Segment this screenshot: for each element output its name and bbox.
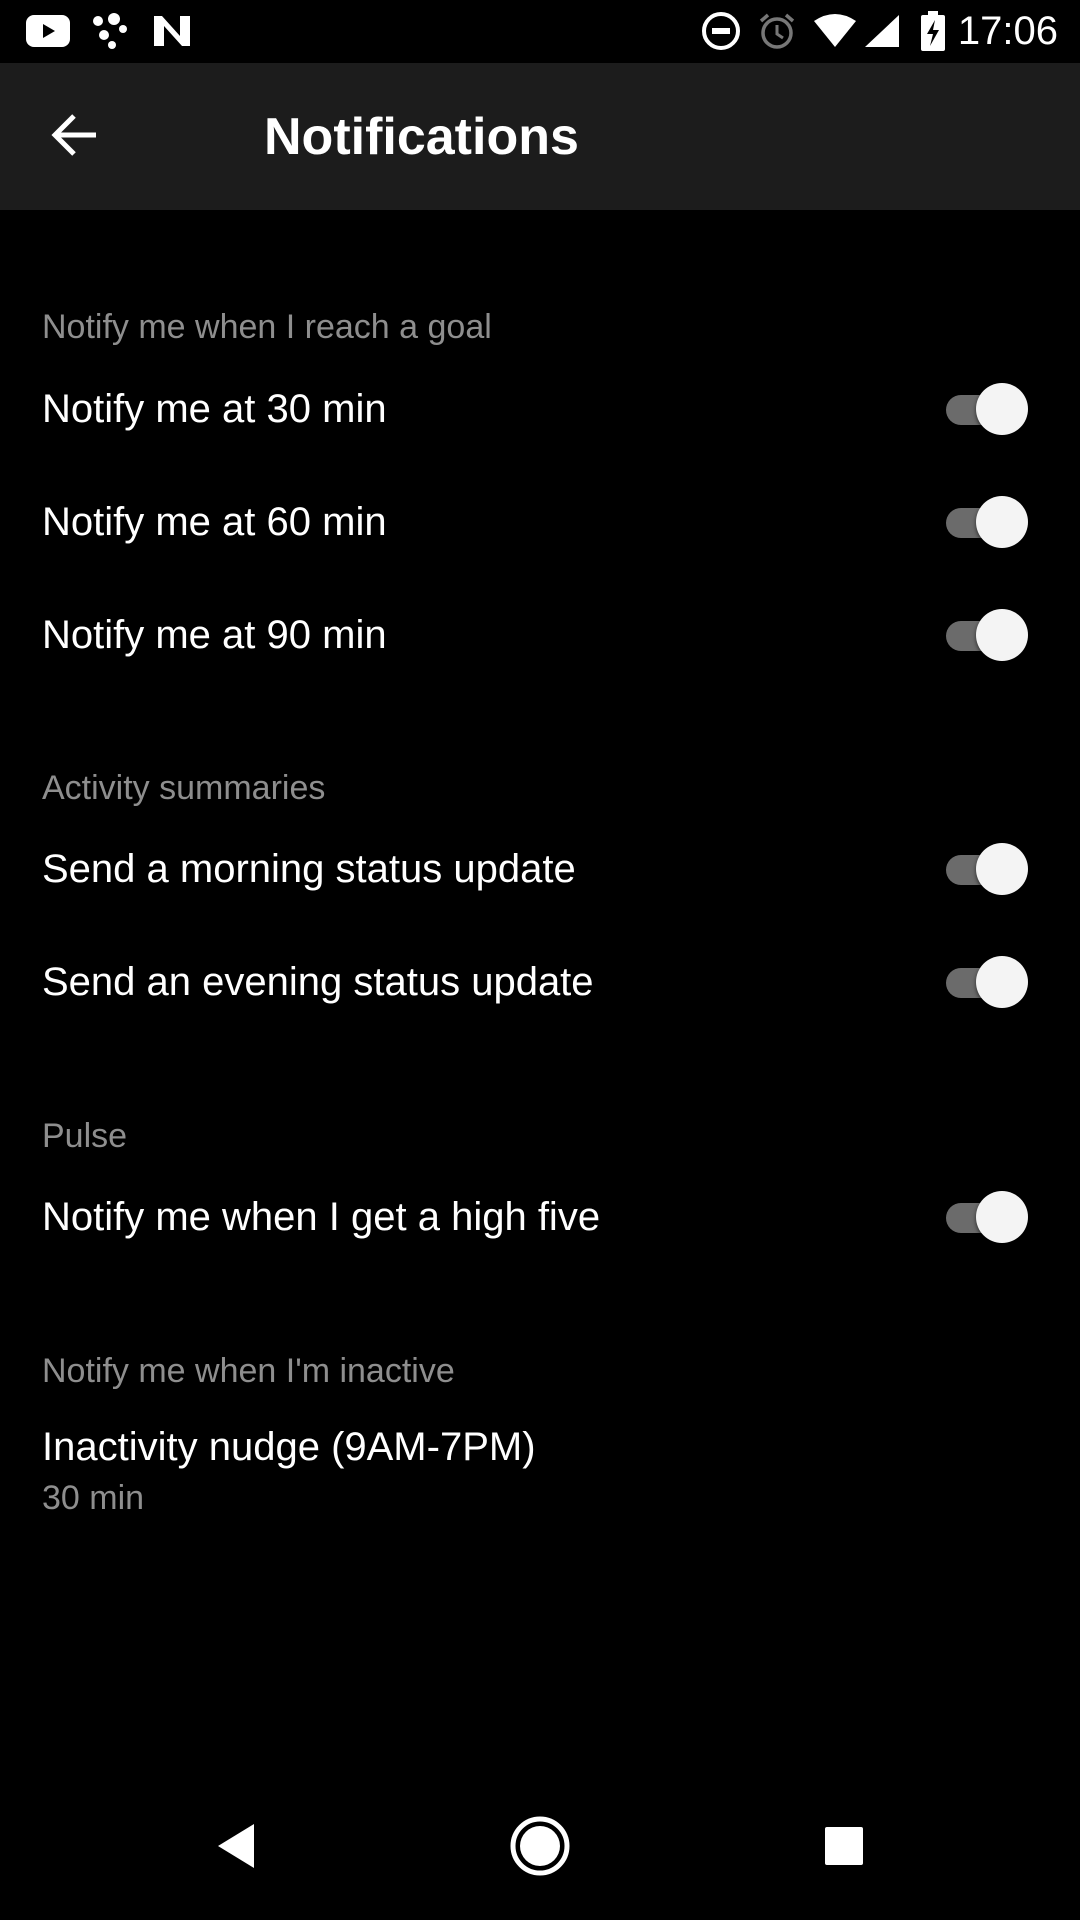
battery-charging-icon <box>918 10 948 52</box>
toggle-thumb <box>976 609 1028 661</box>
toggle-thumb <box>976 1191 1028 1243</box>
toggle-switch-high-five[interactable] <box>944 1189 1028 1245</box>
status-time: 17:06 <box>957 9 1058 53</box>
nav-back-triangle-icon <box>214 1821 258 1876</box>
setting-label: Notify me at 60 min <box>42 500 387 544</box>
toggle-switch-90-min[interactable] <box>944 607 1028 663</box>
section-header-inactive: Notify me when I'm inactive <box>42 1352 455 1390</box>
wifi-icon <box>812 10 858 52</box>
toggle-switch-morning-update[interactable] <box>944 841 1028 897</box>
setting-label: Send an evening status update <box>42 960 594 1004</box>
setting-row-morning-update[interactable]: Send a morning status update <box>0 813 1080 925</box>
toggle-thumb <box>976 956 1028 1008</box>
page-title: Notifications <box>264 108 579 166</box>
back-button[interactable] <box>38 101 110 173</box>
setting-row-60-min[interactable]: Notify me at 60 min <box>0 466 1080 578</box>
arrow-left-icon <box>50 113 98 162</box>
section-header-pulse: Pulse <box>42 1117 128 1155</box>
do-not-disturb-icon <box>700 10 742 52</box>
app-dots-icon <box>90 10 130 52</box>
alarm-icon <box>756 10 798 52</box>
cell-signal-icon <box>862 10 902 52</box>
setting-row-high-five[interactable]: Notify me when I get a high five <box>0 1161 1080 1273</box>
system-nav-bar <box>0 1776 1080 1920</box>
nav-recents-square-icon <box>823 1825 865 1872</box>
setting-row-30-min[interactable]: Notify me at 30 min <box>0 353 1080 465</box>
toggle-switch-evening-update[interactable] <box>944 954 1028 1010</box>
toggle-thumb <box>976 843 1028 895</box>
toggle-thumb <box>976 383 1028 435</box>
setting-label: Inactivity nudge (9AM-7PM) <box>42 1425 536 1469</box>
setting-row-90-min[interactable]: Notify me at 90 min <box>0 579 1080 691</box>
setting-label: Send a morning status update <box>42 847 576 891</box>
nav-recents-button[interactable] <box>808 1812 880 1884</box>
toggle-switch-60-min[interactable] <box>944 494 1028 550</box>
setting-row-inactivity-nudge[interactable]: Inactivity nudge (9AM-7PM) 30 min <box>0 1418 1080 1548</box>
app-bar: Notifications <box>0 63 1080 210</box>
setting-label: Notify me at 90 min <box>42 613 387 657</box>
setting-row-evening-update[interactable]: Send an evening status update <box>0 926 1080 1038</box>
n-logo-icon <box>152 10 192 52</box>
setting-label: Notify me when I get a high five <box>42 1195 601 1239</box>
setting-value: 30 min <box>42 1479 145 1517</box>
toggle-switch-30-min[interactable] <box>944 381 1028 437</box>
section-header-goal: Notify me when I reach a goal <box>42 308 492 346</box>
youtube-icon <box>26 10 70 52</box>
nav-home-circle-icon <box>509 1815 571 1882</box>
setting-label: Notify me at 30 min <box>42 387 387 431</box>
nav-back-button[interactable] <box>200 1812 272 1884</box>
status-bar: 17:06 <box>0 0 1080 63</box>
nav-home-button[interactable] <box>504 1812 576 1884</box>
section-header-activity-summaries: Activity summaries <box>42 769 326 807</box>
toggle-thumb <box>976 496 1028 548</box>
